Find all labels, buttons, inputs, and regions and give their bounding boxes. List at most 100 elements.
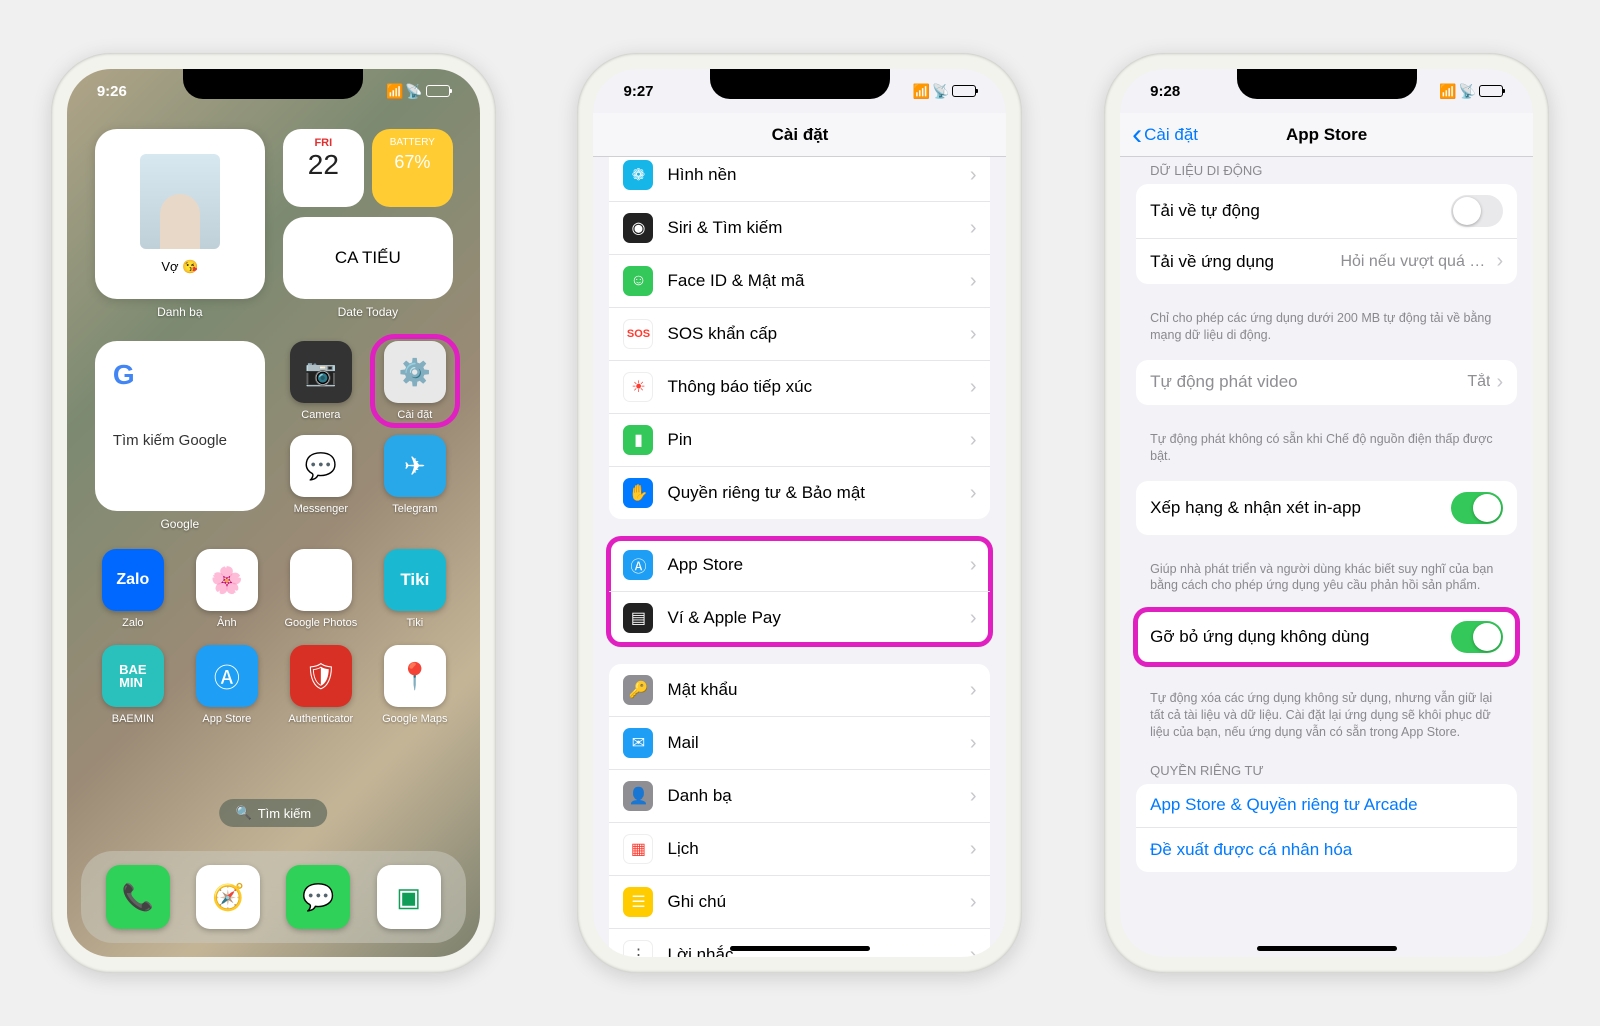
app-settings[interactable]: ⚙️Cài đặt [377, 341, 453, 421]
date-number: 22 [291, 149, 356, 181]
home-indicator[interactable] [1257, 946, 1397, 951]
status-time: 9:27 [623, 83, 653, 100]
row-reminders[interactable]: ⋮Lời nhắc› [609, 929, 990, 957]
notch [1237, 69, 1417, 99]
row-calendar[interactable]: ▦Lịch› [609, 823, 990, 876]
section-header: DỮ LIỆU DI ĐỘNG [1120, 157, 1533, 184]
app-tiki[interactable]: TikiTiki [377, 549, 453, 629]
nav-title: Cài đặt [772, 125, 829, 145]
widget-caption: Google [95, 517, 265, 531]
wallet-icon: ▤ [623, 603, 653, 633]
row-mail[interactable]: ✉Mail› [609, 717, 990, 770]
settings-group: Xếp hạng & nhận xét in-app [1136, 481, 1517, 535]
search-widget-text: Tìm kiếm Google [113, 431, 247, 451]
row-personalized[interactable]: Đề xuất được cá nhân hóa [1136, 828, 1517, 872]
dock-chat[interactable]: ▣ [377, 865, 441, 929]
row-auto-download[interactable]: Tải về tự động [1136, 184, 1517, 239]
battery-icon [952, 85, 976, 97]
contact-widget[interactable]: Vợ 😘 [95, 129, 265, 299]
toggle-auto-download[interactable] [1451, 195, 1503, 227]
date-day: FRI [291, 137, 356, 149]
row-app-download[interactable]: Tải về ứng dụngHỏi nếu vượt quá 200…› [1136, 239, 1517, 284]
widget-caption: Date Today [283, 305, 453, 319]
section-footer: Tự động phát không có sẵn khi Chế độ ngu… [1120, 425, 1533, 481]
contact-name: Vợ 😘 [161, 259, 198, 275]
row-wallet[interactable]: ▤Ví & Apple Pay› [609, 592, 990, 644]
row-privacy[interactable]: ✋Quyền riêng tư & Bảo mật› [609, 467, 990, 519]
app-google-maps[interactable]: 📍Google Maps [377, 645, 453, 725]
status-time: 9:28 [1150, 83, 1180, 100]
chevron-right-icon: › [970, 785, 977, 808]
contacts-icon: 👤 [623, 781, 653, 811]
toggle-offload[interactable] [1451, 621, 1503, 653]
appstore-icon: Ⓐ [623, 550, 653, 580]
chevron-right-icon: › [970, 376, 977, 399]
app-telegram[interactable]: ✈Telegram [377, 435, 453, 515]
dock-phone[interactable]: 📞 [106, 865, 170, 929]
toggle-rating[interactable] [1451, 492, 1503, 524]
row-offload-unused[interactable]: Gỡ bỏ ứng dụng không dùng [1136, 610, 1517, 664]
app-authenticator[interactable]: 🛡Authenticator [283, 645, 359, 725]
row-contacts[interactable]: 👤Danh bạ› [609, 770, 990, 823]
settings-group: Tải về tự động Tải về ứng dụngHỏi nếu vư… [1136, 184, 1517, 284]
chevron-right-icon: › [970, 554, 977, 577]
section-header: QUYỀN RIÊNG TƯ [1120, 757, 1533, 784]
chevron-right-icon: › [970, 482, 977, 505]
row-siri[interactable]: ◉Siri & Tìm kiếm› [609, 202, 990, 255]
date-battery-widget[interactable]: FRI 22 BATTERY 67% [283, 129, 453, 207]
settings-group-highlighted: ⒶApp Store› ▤Ví & Apple Pay› [609, 539, 990, 644]
key-icon: 🔑 [623, 675, 653, 705]
widget-caption: Danh bạ [95, 305, 265, 319]
row-wallpaper[interactable]: ❁Hình nền› [609, 157, 990, 202]
dock-messages[interactable]: 💬 [286, 865, 350, 929]
app-photos[interactable]: 🌸Ảnh [189, 549, 265, 629]
settings-group: ❁Hình nền› ◉Siri & Tìm kiếm› ☺Face ID & … [609, 157, 990, 519]
back-button[interactable]: Cài đặt [1132, 125, 1198, 145]
exposure-icon: ☀ [623, 372, 653, 402]
row-exposure[interactable]: ☀Thông báo tiếp xúc› [609, 361, 990, 414]
settings-group: App Store & Quyền riêng tư Arcade Đề xuấ… [1136, 784, 1517, 872]
chevron-right-icon: › [970, 429, 977, 452]
app-camera[interactable]: 📷Camera [283, 341, 359, 421]
notch [710, 69, 890, 99]
row-sos[interactable]: SOSSOS khẩn cấp› [609, 308, 990, 361]
search-icon: 🔍 [236, 805, 252, 821]
row-notes[interactable]: ☰Ghi chú› [609, 876, 990, 929]
settings-group: Tự động phát videoTắt› [1136, 360, 1517, 405]
reminders-icon: ⋮ [623, 940, 653, 957]
row-faceid[interactable]: ☺Face ID & Mật mã› [609, 255, 990, 308]
phone-settings: 9:27 📶 📡 Cài đặt ❁Hình nền› ◉Siri & Tìm … [577, 53, 1022, 973]
battery-label: BATTERY [380, 137, 445, 148]
avatar [140, 154, 220, 249]
app-baemin[interactable]: BAEMINBAEMIN [95, 645, 171, 725]
privacy-icon: ✋ [623, 478, 653, 508]
countdown-widget[interactable]: CA TIẾU [283, 217, 453, 299]
app-zalo[interactable]: ZaloZalo [95, 549, 171, 629]
wallpaper-icon: ❁ [623, 160, 653, 190]
dock: 📞 🧭 💬 ▣ [81, 851, 466, 943]
dock-safari[interactable]: 🧭 [196, 865, 260, 929]
notes-icon: ☰ [623, 887, 653, 917]
battery-setting-icon: ▮ [623, 425, 653, 455]
home-indicator[interactable] [730, 946, 870, 951]
app-google-photos[interactable]: ✦Google Photos [283, 549, 359, 629]
chevron-right-icon: › [1496, 371, 1503, 394]
calendar-icon: ▦ [623, 834, 653, 864]
row-passwords[interactable]: 🔑Mật khẩu› [609, 664, 990, 717]
spotlight-search[interactable]: 🔍Tìm kiếm [220, 799, 328, 827]
chevron-right-icon: › [970, 217, 977, 240]
row-battery[interactable]: ▮Pin› [609, 414, 990, 467]
mail-icon: ✉ [623, 728, 653, 758]
google-search-widget[interactable]: G Tìm kiếm Google [95, 341, 265, 511]
row-video-autoplay[interactable]: Tự động phát videoTắt› [1136, 360, 1517, 405]
app-appstore[interactable]: ⒶApp Store [189, 645, 265, 725]
battery-pct: 67% [380, 152, 445, 173]
battery-icon [1479, 85, 1503, 97]
row-appstore[interactable]: ⒶApp Store› [609, 539, 990, 592]
chevron-right-icon: › [970, 270, 977, 293]
app-messenger[interactable]: 💬Messenger [283, 435, 359, 515]
settings-group: 🔑Mật khẩu› ✉Mail› 👤Danh bạ› ▦Lịch› ☰Ghi … [609, 664, 990, 957]
row-rating[interactable]: Xếp hạng & nhận xét in-app [1136, 481, 1517, 535]
row-privacy-arcade[interactable]: App Store & Quyền riêng tư Arcade [1136, 784, 1517, 828]
signal-icon: 📶 📡 [1439, 83, 1475, 100]
